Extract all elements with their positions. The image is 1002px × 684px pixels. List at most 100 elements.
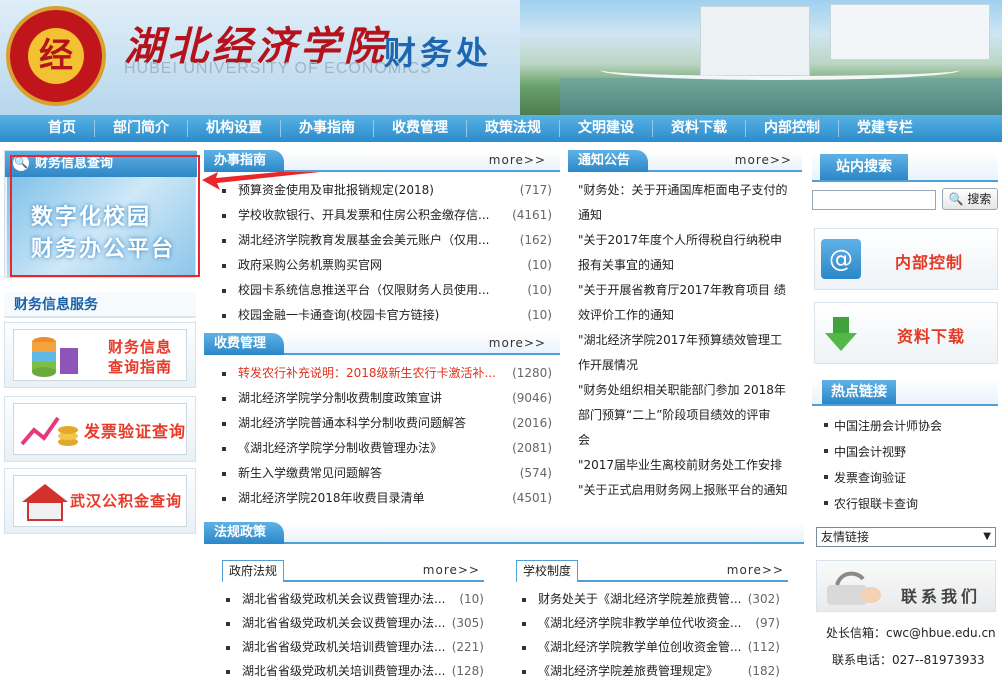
internal-control-button[interactable]: @ 内部控制 <box>814 228 998 290</box>
notice-more-link[interactable]: more>> <box>735 153 792 167</box>
nav-item-fees[interactable]: 收费管理 <box>374 120 467 137</box>
notice-item-line[interactable]: 通知 <box>578 203 802 228</box>
notice-item-line[interactable]: 效评价工作的通知 <box>578 303 802 328</box>
nav-item-guide[interactable]: 办事指南 <box>281 120 374 137</box>
notice-item-line[interactable]: 报有关事宜的通知 <box>578 253 802 278</box>
notice-item-line[interactable]: "2017届毕业生离校前财务处工作安排 <box>578 453 802 478</box>
list-item[interactable]: 湖北经济学院普通本科学分制收费问题解答 (2016) <box>222 411 552 436</box>
list-bullet <box>522 598 526 602</box>
hot-link-text: 中国会计视野 <box>834 445 907 459</box>
list-item[interactable]: 湖北省省级党政机关会议费管理办法... (10) <box>226 587 484 612</box>
hot-link-text: 中国注册会计师协会 <box>834 419 943 433</box>
list-item-count: (221) <box>451 640 484 654</box>
university-logo[interactable]: 经 <box>6 6 106 106</box>
list-item-title: 湖北经济学院教育发展基金会美元账户（仅用... <box>238 233 490 247</box>
list-item-count: (10) <box>459 592 484 606</box>
house-icon <box>22 484 68 521</box>
fees-more-link[interactable]: more>> <box>489 336 546 350</box>
service-housing-fund-inner: 武汉公积金查询 <box>13 475 187 527</box>
law-panel-title: 法规政策 <box>204 522 285 544</box>
list-bullet <box>824 423 828 427</box>
nav-item-policy[interactable]: 政策法规 <box>467 120 560 137</box>
list-item[interactable]: 校园卡系统信息推送平台（仅限财务人员使用... (10) <box>222 278 552 303</box>
hot-link[interactable]: 发票查询验证 <box>824 469 907 486</box>
hot-link-text: 发票查询验证 <box>834 471 907 485</box>
list-item-title: 预算资金使用及审批报销规定(2018) <box>238 183 434 197</box>
list-item[interactable]: 《湖北经济学院差旅费管理规定》 (182) <box>522 659 780 684</box>
nav-item-home[interactable]: 首页 <box>30 120 95 137</box>
friend-links-select[interactable]: 友情链接 ▼ <box>816 527 996 547</box>
department-name: 财务处 <box>384 34 493 72</box>
notice-item-line[interactable]: 会 <box>578 428 802 453</box>
list-bullet <box>824 501 828 505</box>
list-item[interactable]: 转发农行补充说明：2018级新生农行卡激活补... (1280) <box>222 361 552 386</box>
list-bullet <box>222 314 226 318</box>
list-item[interactable]: 《湖北经济学院非教学单位代收资金... (97) <box>522 611 780 636</box>
nav-item-structure[interactable]: 机构设置 <box>188 120 281 137</box>
list-bullet <box>222 497 226 501</box>
list-item[interactable]: 政府采购公务机票购买官网 (10) <box>222 253 552 278</box>
list-item[interactable]: 学校收款银行、开具发票和住房公积金缴存信... (4161) <box>222 203 552 228</box>
service-invoice-verify-inner: 发票验证查询 <box>13 403 187 455</box>
list-item[interactable]: 湖北省省级党政机关培训费管理办法... (128) <box>226 659 484 684</box>
list-bullet <box>226 646 230 650</box>
list-item[interactable]: 《湖北经济学院教学单位创收资金管... (112) <box>522 635 780 660</box>
nav-item-internal-control[interactable]: 内部控制 <box>746 120 839 137</box>
list-item-title: 《湖北经济学院差旅费管理规定》 <box>538 664 719 678</box>
list-item[interactable]: 湖北经济学院2018年收费目录清单 (4501) <box>222 486 552 511</box>
list-item[interactable]: 《湖北经济学院学分制收费管理办法》 (2081) <box>222 436 552 461</box>
notice-item-line[interactable]: "湖北经济学院2017年预算绩效管理工 <box>578 328 802 353</box>
list-item[interactable]: 校园金融一卡通查询(校园卡官方链接) (10) <box>222 303 552 328</box>
list-item[interactable]: 湖北省省级党政机关会议费管理办法... (305) <box>226 611 484 636</box>
at-sign-icon: @ <box>821 239 861 279</box>
service-housing-fund-label: 武汉公积金查询 <box>70 492 183 510</box>
service-invoice-verify[interactable]: 发票验证查询 <box>4 396 196 462</box>
nav-item-party[interactable]: 党建专栏 <box>839 120 931 137</box>
nav-item-civility[interactable]: 文明建设 <box>560 120 653 137</box>
list-bullet <box>222 289 226 293</box>
list-bullet <box>222 189 226 193</box>
list-item-count: (1280) <box>512 366 552 380</box>
contact-us-button[interactable]: 联系我们 <box>816 560 996 612</box>
list-item-title: 湖北经济学院学分制收费制度政策宣讲 <box>238 391 443 405</box>
notice-item-line[interactable]: "财务处：关于开通国库柜面电子支付的 <box>578 178 802 203</box>
list-item[interactable]: 湖北省省级党政机关培训费管理办法... (221) <box>226 635 484 660</box>
nav-item-about[interactable]: 部门简介 <box>95 120 188 137</box>
school-rule-more-link[interactable]: more>> <box>727 563 784 577</box>
nav-item-downloads[interactable]: 资料下载 <box>653 120 746 137</box>
site-search-title: 站内搜索 <box>820 154 908 180</box>
notice-item-line[interactable]: "关于正式启用财务网上报账平台的通知 <box>578 478 802 503</box>
site-search-input[interactable] <box>812 190 936 210</box>
notice-item-line[interactable]: "关于开展省教育厅2017年教育项目 绩 <box>578 278 802 303</box>
notice-panel-header: 通知公告 more>> <box>568 150 802 172</box>
gov-law-more-link[interactable]: more>> <box>423 563 480 577</box>
hot-link[interactable]: 中国注册会计师协会 <box>824 417 943 434</box>
notice-item-line[interactable]: 部门预算“二上”阶段项目绩效的评审 <box>578 403 802 428</box>
fees-panel-header: 收费管理 more>> <box>204 333 560 355</box>
internal-control-label: 内部控制 <box>895 253 964 272</box>
notice-item-line[interactable]: 作开展情况 <box>578 353 802 378</box>
list-item[interactable]: 财务处关于《湖北经济学院差旅费管... (302) <box>522 587 780 612</box>
list-item-count: (2016) <box>512 416 552 430</box>
list-item-title: 湖北省省级党政机关培训费管理办法... <box>242 664 446 678</box>
notice-item-line[interactable]: "关于2017年度个人所得税自行纳税申 <box>578 228 802 253</box>
search-button[interactable]: 🔍 搜索 <box>942 188 998 210</box>
notice-item-line[interactable]: "财务处组织相关职能部门参加 2018年 <box>578 378 802 403</box>
hot-link[interactable]: 中国会计视野 <box>824 443 907 460</box>
downloads-button[interactable]: 资料下载 <box>814 302 998 364</box>
service-housing-fund[interactable]: 武汉公积金查询 <box>4 468 196 534</box>
list-bullet <box>522 622 526 626</box>
school-rule-header: 学校制度 more>> <box>516 560 788 582</box>
hot-link[interactable]: 农行银联卡查询 <box>824 495 918 512</box>
site-search-header: 站内搜索 <box>812 152 998 182</box>
list-item-title: 新生入学缴费常见问题解答 <box>238 466 383 480</box>
service-query-guide[interactable]: 财务信息 查询指南 <box>4 322 196 388</box>
list-item-title: 转发农行补充说明：2018级新生农行卡激活补... <box>238 366 496 380</box>
list-item[interactable]: 预算资金使用及审批报销规定(2018) (717) <box>222 178 552 203</box>
logo-emblem: 经 <box>28 28 84 84</box>
list-item[interactable]: 湖北经济学院学分制收费制度政策宣讲 (9046) <box>222 386 552 411</box>
campus-bridge <box>600 60 960 80</box>
list-item[interactable]: 湖北经济学院教育发展基金会美元账户（仅用... (162) <box>222 228 552 253</box>
guide-more-link[interactable]: more>> <box>489 153 546 167</box>
list-item[interactable]: 新生入学缴费常见问题解答 (574) <box>222 461 552 486</box>
